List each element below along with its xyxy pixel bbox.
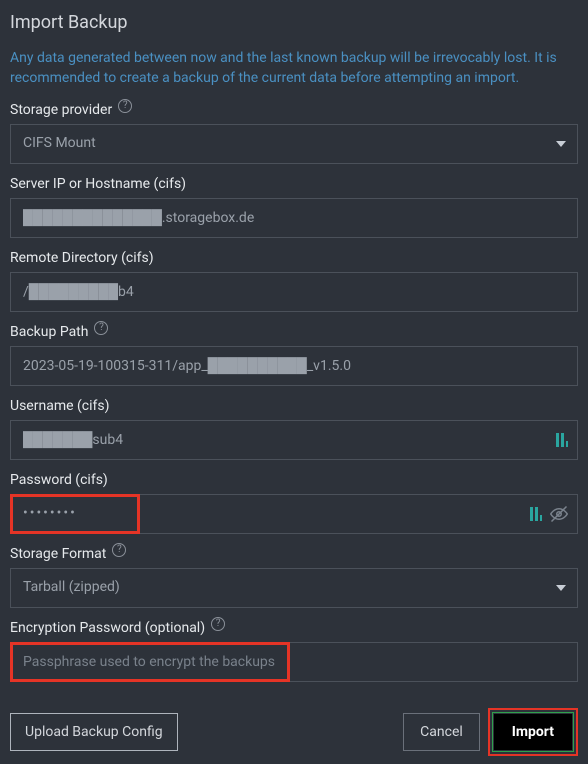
username-input[interactable]: ███████sub4 — [10, 420, 578, 460]
server-ip-label: Server IP or Hostname (cifs) — [10, 176, 186, 192]
button-row: Upload Backup Config Cancel Import — [10, 708, 578, 756]
storage-provider-select[interactable]: CIFS Mount — [10, 124, 578, 164]
annotation-highlight: Import — [488, 708, 578, 756]
warning-text: Any data generated between now and the l… — [10, 49, 578, 88]
dialog-title: Import Backup — [10, 12, 578, 33]
import-button[interactable]: Import — [494, 714, 572, 750]
password-manager-icon[interactable] — [556, 433, 568, 447]
help-icon[interactable]: ? — [118, 99, 132, 113]
help-icon[interactable]: ? — [94, 321, 108, 335]
server-ip-input[interactable]: ██████████████.storagebox.de — [10, 198, 578, 238]
field-storage-format: Storage Format ? Tarball (zipped) — [10, 546, 578, 608]
remote-directory-label: Remote Directory (cifs) — [10, 250, 154, 266]
field-password: Password (cifs) •••••••• — [10, 472, 578, 534]
upload-backup-config-button[interactable]: Upload Backup Config — [10, 713, 178, 751]
password-manager-icon[interactable] — [530, 507, 542, 521]
password-label: Password (cifs) — [10, 472, 108, 488]
username-label: Username (cifs) — [10, 398, 109, 414]
storage-format-select[interactable]: Tarball (zipped) — [10, 568, 578, 608]
eye-off-icon[interactable] — [550, 505, 568, 523]
backup-path-label: Backup Path — [10, 324, 88, 340]
field-username: Username (cifs) ███████sub4 — [10, 398, 578, 460]
storage-format-label: Storage Format — [10, 546, 106, 562]
remote-directory-input[interactable]: /█████████b4 — [10, 272, 578, 312]
encryption-password-label: Encryption Password (optional) — [10, 620, 205, 636]
field-storage-provider: Storage provider ? CIFS Mount — [10, 102, 578, 164]
backup-path-input[interactable]: 2023-05-19-100315-311/app_██████████_v1.… — [10, 346, 578, 386]
help-icon[interactable]: ? — [112, 543, 126, 557]
encryption-password-input[interactable] — [10, 642, 578, 682]
storage-provider-label: Storage provider — [10, 102, 112, 118]
field-server-ip: Server IP or Hostname (cifs) ███████████… — [10, 176, 578, 238]
field-encryption-password: Encryption Password (optional) ? — [10, 620, 578, 682]
help-icon[interactable]: ? — [211, 617, 225, 631]
password-input[interactable]: •••••••• — [10, 494, 578, 534]
field-remote-directory: Remote Directory (cifs) /█████████b4 — [10, 250, 578, 312]
field-backup-path: Backup Path ? 2023-05-19-100315-311/app_… — [10, 324, 578, 386]
cancel-button[interactable]: Cancel — [403, 713, 480, 751]
